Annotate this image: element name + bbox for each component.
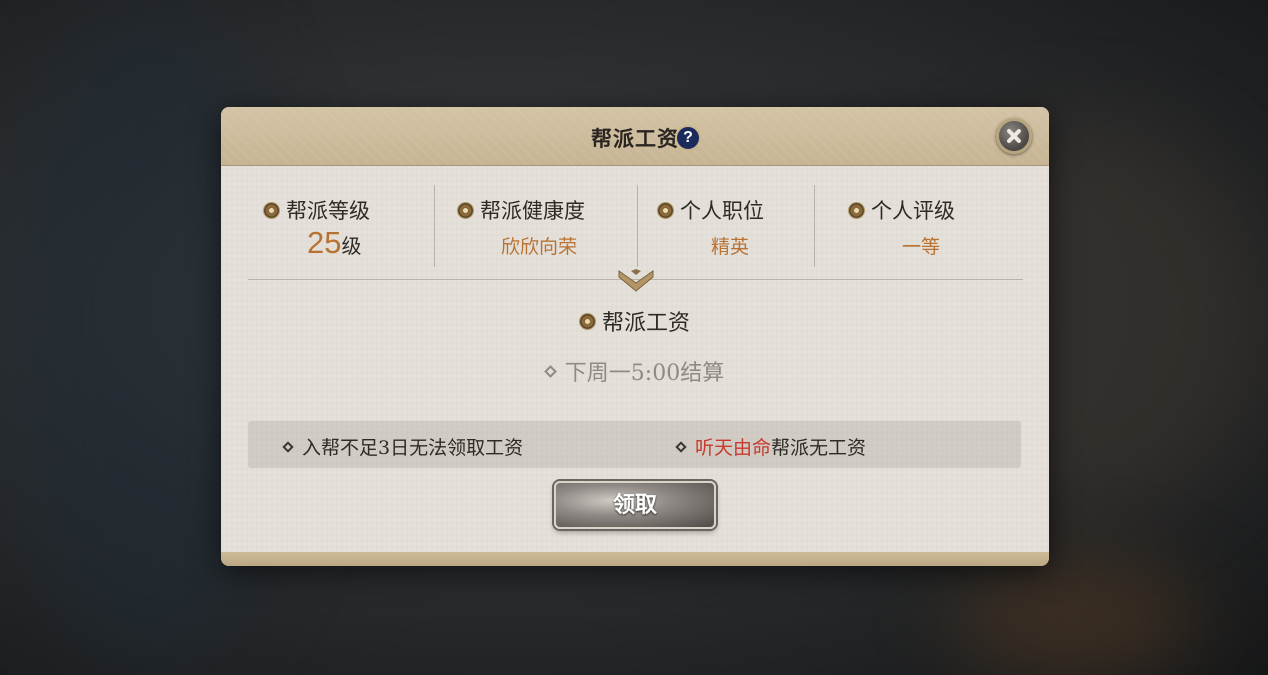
stat-label-text: 个人职位 <box>680 199 764 223</box>
close-icon[interactable] <box>996 118 1032 154</box>
diamond-bullet-icon <box>675 440 687 453</box>
salary-section-title: 帮派工资 <box>221 305 1049 337</box>
stat-value-guild-health: 欣欣向荣 <box>501 236 578 258</box>
notice-left-text: 入帮不足3日无法领取工资 <box>302 437 524 459</box>
coin-bullet-icon <box>458 202 473 218</box>
dialog-footer-band <box>221 552 1049 566</box>
coin-bullet-icon <box>658 202 673 218</box>
divider <box>434 185 435 267</box>
guild-level-number: 25 <box>307 225 342 260</box>
stat-label-text: 帮派等级 <box>286 199 370 223</box>
stat-label-personal-rating: 个人评级 <box>849 195 955 225</box>
stat-label-text: 帮派健康度 <box>480 199 585 223</box>
stat-label-text: 个人评级 <box>871 199 955 223</box>
salary-dialog: 帮派工资 ? 帮派等级 25级 帮派健康度 欣欣向荣 个人职位 精英 个人评级 … <box>221 107 1049 566</box>
dialog-header: 帮派工资 ? <box>221 107 1049 166</box>
chevron-down-icon <box>618 269 654 292</box>
dialog-title: 帮派工资 <box>591 126 679 151</box>
notice-right-highlight: 听天由命 <box>695 437 772 459</box>
stat-label-guild-health: 帮派健康度 <box>458 195 585 225</box>
coin-bullet-icon <box>264 202 279 218</box>
guild-level-unit: 级 <box>341 234 362 258</box>
stat-value-guild-level: 25级 <box>307 225 361 261</box>
notice-right-text: 帮派无工资 <box>771 437 867 459</box>
diamond-bullet-icon <box>543 364 557 378</box>
notice-bar: 入帮不足3日无法领取工资 听天由命 帮派无工资 <box>248 421 1021 468</box>
claim-button[interactable]: 领取 <box>554 481 716 529</box>
notice-right: 听天由命 帮派无工资 <box>675 433 867 460</box>
notice-left: 入帮不足3日无法领取工资 <box>282 433 524 460</box>
coin-bullet-icon <box>579 313 595 329</box>
divider <box>814 185 815 267</box>
divider <box>637 185 638 267</box>
stat-label-personal-position: 个人职位 <box>658 195 764 225</box>
diamond-bullet-icon <box>282 440 294 453</box>
salary-title-text: 帮派工资 <box>601 311 690 336</box>
help-icon[interactable]: ? <box>675 125 701 151</box>
settlement-text: 下周一5:00结算 <box>564 361 725 386</box>
settlement-info: 下周一5:00结算 <box>221 355 1049 387</box>
background-blur <box>950 560 1200 675</box>
stat-label-guild-level: 帮派等级 <box>264 195 370 225</box>
stat-value-personal-rating: 一等 <box>902 236 941 258</box>
stat-value-personal-position: 精英 <box>711 236 750 258</box>
coin-bullet-icon <box>849 202 864 218</box>
